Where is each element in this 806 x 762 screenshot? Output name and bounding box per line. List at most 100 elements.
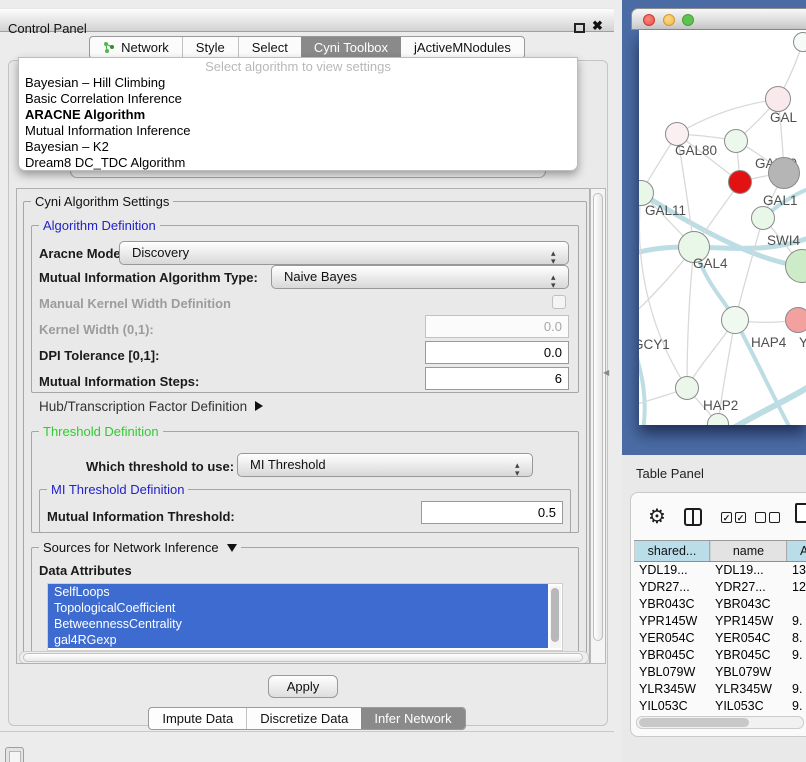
mi-steps-label: Mutual Information Steps: [39,374,199,389]
zoom-traffic-light-icon[interactable] [682,14,694,26]
scrollbar-thumb[interactable] [23,653,583,662]
settings-horizontal-scrollbar[interactable] [19,651,589,664]
scrollbar-thumb[interactable] [639,718,749,727]
algorithm-option[interactable]: Dream8 DC_TDC Algorithm [19,155,577,171]
node-swi4[interactable] [751,206,775,230]
node-label: GCY1 [639,337,670,352]
splitter-collapse-icon[interactable]: ◀ [603,368,609,377]
node-label: HAP2 [703,398,738,413]
deselect-all-checkboxes-icon[interactable] [755,512,780,523]
table-row[interactable]: YBL079WYBL079W [634,664,806,681]
table-row[interactable]: YPR145WYPR145W9. [634,613,806,630]
restore-panel-icon[interactable] [5,747,24,762]
table-row[interactable]: YLR345WYLR345W9. [634,681,806,698]
tab-network[interactable]: Network [90,37,182,58]
tab-cyni-toolbox[interactable]: Cyni Toolbox [301,37,401,58]
table-row[interactable]: YBR045CYBR045C9. [634,647,806,664]
node-gal10[interactable] [724,129,748,153]
close-traffic-light-icon[interactable] [643,14,655,26]
table-cell: YBL079W [710,664,787,681]
network-node[interactable] [793,32,806,52]
checked-box-icon: ✓ [721,512,732,523]
columns-icon[interactable] [684,508,702,526]
apply-button[interactable]: Apply [268,675,338,698]
attribute-item[interactable]: gal4RGexp [48,632,548,648]
attribute-item[interactable]: BetweennessCentrality [48,616,548,632]
kernel-width-input[interactable]: 0.0 [425,315,569,338]
aracne-mode-select[interactable]: Discovery [119,241,569,265]
dropdown-options: Bayesian – Hill ClimbingBasic Correlatio… [19,75,577,171]
tab-style[interactable]: Style [182,37,238,58]
table-row[interactable]: YDL19...YDL19...13 [634,562,806,579]
cyni-settings-panel: Cyni Algorithm Settings Algorithm Defini… [16,188,590,664]
algorithm-option[interactable]: Basic Correlation Inference [19,91,577,107]
table-cell: YBR045C [710,647,787,664]
algorithm-option[interactable]: Bayesian – K2 [19,139,577,155]
column-header-name[interactable]: name [710,541,787,561]
scrollbar-thumb[interactable] [593,193,603,641]
node-y[interactable] [785,307,806,333]
float-window-icon[interactable] [574,23,585,33]
network-node[interactable] [768,157,800,189]
table-row[interactable]: YDR27...YDR27...12 [634,579,806,596]
select-all-checkboxes-icon[interactable]: ✓ ✓ [721,512,746,523]
node-hap2[interactable] [675,376,699,400]
sources-group-title[interactable]: Sources for Network Inference [39,540,241,555]
tab-infer-network[interactable]: Infer Network [361,708,464,729]
list-scrollbar[interactable] [550,586,561,648]
threshold-definition-title: Threshold Definition [39,424,163,439]
network-canvas[interactable]: GALGAL80GAL10GAL1GAL11SWI4GAL4HAP4YGCY1H… [639,30,806,425]
application-window: Control Panel ✖ NetworkStyleSelectCyni T… [0,0,806,762]
combo-arrows-icon [515,457,524,473]
column-header-shared...[interactable]: shared... [634,541,710,561]
table-cell: YDR27... [710,579,787,596]
table-row[interactable]: YER054CYER054C8. [634,630,806,647]
table-panel-title: Table Panel [636,466,704,481]
table-cell [787,596,806,613]
column-header-A[interactable]: A [787,541,806,561]
checked-box-icon: ✓ [735,512,746,523]
mi-threshold-input[interactable]: 0.5 [421,501,563,524]
tab-jactivemnodules[interactable]: jActiveMNodules [401,37,524,58]
kernel-width-label: Kernel Width (0,1): [39,322,154,337]
table-horizontal-scrollbar[interactable] [636,716,804,729]
mi-type-value: Naive Bayes [284,269,357,284]
gear-icon[interactable]: ⚙ [648,504,666,529]
tab-impute-data[interactable]: Impute Data [149,708,246,729]
node-gal[interactable] [765,86,791,112]
data-attributes-items: SelfLoopsTopologicalCoefficientBetweenne… [48,584,562,648]
table-cell: YLR345W [634,681,710,698]
hub-section-toggle[interactable]: Hub/Transcription Factor Definition [39,399,263,414]
table-cell: 12 [787,579,806,596]
mi-steps-input[interactable]: 6 [425,367,569,390]
algorithm-option[interactable]: Mutual Information Inference [19,123,577,139]
node-label: GAL4 [693,256,728,271]
attribute-item[interactable]: TopologicalCoefficient [48,600,548,616]
tab-group: NetworkStyleSelectCyni ToolboxjActiveMNo… [89,36,525,59]
which-threshold-select[interactable]: MI Threshold [237,453,533,477]
dpi-tolerance-input[interactable]: 0.0 [425,341,569,364]
tab-discretize-data[interactable]: Discretize Data [246,708,361,729]
tab-label: Impute Data [162,711,233,726]
algorithm-option[interactable]: ARACNE Algorithm [19,107,577,123]
manual-kernel-checkbox[interactable] [552,295,566,309]
node-gal1[interactable] [728,170,752,194]
table-cell: 9. [787,647,806,664]
settings-vertical-scrollbar[interactable] [590,188,606,664]
close-icon[interactable]: ✖ [592,18,603,34]
table-row[interactable]: YIL053CYIL053C9. [634,698,806,713]
control-panel-titlebar: Control Panel ✖ [0,8,614,32]
document-icon[interactable] [795,503,806,523]
node-label: GAL [770,110,797,125]
minimize-traffic-light-icon[interactable] [663,14,675,26]
tab-select[interactable]: Select [238,37,301,58]
attribute-item[interactable]: SelfLoops [48,584,548,600]
algorithm-option[interactable]: Bayesian – Hill Climbing [19,75,577,91]
table-row[interactable]: YBR043CYBR043C [634,596,806,613]
mi-type-select[interactable]: Naive Bayes [271,265,569,289]
node-hap4[interactable] [721,306,749,334]
group-title: Cyni Algorithm Settings [31,194,173,209]
table-cell: YBR045C [634,647,710,664]
network-window-titlebar[interactable] [631,8,806,30]
scrollbar-thumb[interactable] [551,588,559,642]
